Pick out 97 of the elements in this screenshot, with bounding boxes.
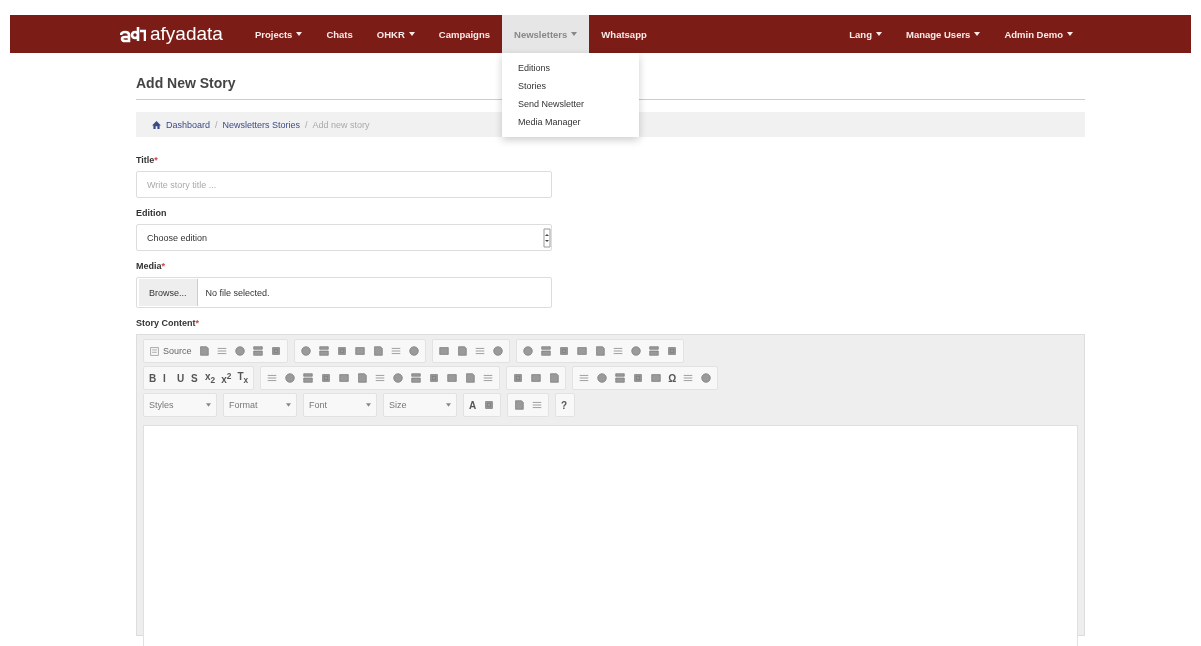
- toolbar-icon[interactable]: [437, 345, 450, 357]
- caret-icon: [206, 403, 211, 407]
- nav-link[interactable]: Whatsapp: [589, 15, 659, 53]
- caret-icon: [366, 403, 371, 407]
- toolbar-icon[interactable]: [374, 372, 387, 384]
- toolbar-icon[interactable]: [335, 345, 348, 357]
- toolbar-icon[interactable]: [371, 345, 384, 357]
- toolbar-icon[interactable]: [483, 399, 495, 411]
- nav-link[interactable]: OHKR: [364, 15, 427, 53]
- caret-icon: [446, 403, 451, 407]
- nav-link[interactable]: Campaigns: [426, 15, 502, 53]
- toolbar-icon[interactable]: [548, 372, 561, 384]
- toolbar-icon[interactable]: [700, 372, 713, 384]
- toolbar-icon[interactable]: [266, 372, 279, 384]
- toolbar-button[interactable]: S: [191, 372, 199, 384]
- toolbar-icon[interactable]: [611, 345, 624, 357]
- file-input[interactable]: Browse... No file selected.: [136, 277, 552, 308]
- menu-item[interactable]: Stories: [502, 77, 639, 95]
- breadcrumb-separator: /: [215, 119, 218, 130]
- toolbar-icon[interactable]: [593, 345, 606, 357]
- toolbar-icon[interactable]: [251, 345, 264, 357]
- toolbar-icon[interactable]: [629, 345, 642, 357]
- toolbar-icon[interactable]: [197, 345, 210, 357]
- toolbar-icon[interactable]: [632, 372, 645, 384]
- field-label: Edition: [136, 208, 168, 218]
- toolbar-icon[interactable]: [284, 372, 297, 384]
- toolbar-button[interactable]: T$_{x}$: [237, 371, 249, 385]
- logo-icon[interactable]: [120, 25, 146, 43]
- toolbar-icon[interactable]: [578, 372, 591, 384]
- toolbar-icon[interactable]: [320, 372, 333, 384]
- toolbar-button[interactable]: x$_{2}$: [205, 371, 216, 385]
- breadcrumb-current: Add new story: [312, 119, 370, 130]
- toolbar-icon[interactable]: [464, 372, 477, 384]
- breadcrumb-separator: /: [305, 119, 308, 130]
- toolbar-icon[interactable]: [512, 372, 525, 384]
- toolbar-icon[interactable]: [410, 372, 423, 384]
- toolbar-icon[interactable]: [665, 345, 678, 357]
- field-label: Story Content*: [136, 318, 200, 328]
- toolbar-button[interactable]: B: [149, 372, 157, 384]
- file-status: No file selected.: [205, 287, 270, 298]
- nav-link[interactable]: Chats: [314, 15, 365, 53]
- menu-item[interactable]: Send Newsletter: [502, 95, 639, 113]
- brand-name[interactable]: afyadata: [150, 23, 223, 45]
- toolbar-icon[interactable]: [428, 372, 441, 384]
- toolbar-icon[interactable]: [482, 372, 495, 384]
- toolbar-icon[interactable]: [614, 372, 627, 384]
- toolbar-button[interactable]: ?: [561, 399, 569, 411]
- toolbar-icon[interactable]: [682, 372, 695, 384]
- toolbar-icon[interactable]: [513, 399, 525, 411]
- menu-item[interactable]: Editions: [502, 59, 639, 77]
- nav-link[interactable]: Lang: [837, 15, 894, 53]
- field-label: Title*: [136, 155, 159, 165]
- nav-link[interactable]: Manage Users: [894, 15, 993, 53]
- menu-item[interactable]: Media Manager: [502, 113, 639, 131]
- toolbar-button[interactable]: Ω: [668, 372, 677, 384]
- toolbar-button[interactable]: x$^{2}$: [221, 370, 232, 386]
- toolbar-icon[interactable]: [269, 345, 282, 357]
- toolbar-icon[interactable]: [407, 345, 420, 357]
- select-arrows-icon: [543, 227, 551, 248]
- toolbar-icon[interactable]: [650, 372, 663, 384]
- toolbar-icon[interactable]: [557, 345, 570, 357]
- toolbar-icon[interactable]: [539, 345, 552, 357]
- field-label: Media*: [136, 261, 167, 271]
- toolbar-icon[interactable]: [302, 372, 315, 384]
- toolbar-icon[interactable]: [233, 345, 246, 357]
- toolbar-button[interactable]: I: [163, 372, 171, 384]
- toolbar-icon[interactable]: [389, 345, 402, 357]
- toolbar-icon[interactable]: [530, 372, 543, 384]
- edition-select[interactable]: Choose edition: [136, 224, 552, 251]
- toolbar-icon[interactable]: [491, 345, 504, 357]
- document-icon: [149, 345, 160, 357]
- toolbar-button[interactable]: A: [469, 399, 477, 411]
- toolbar-icon[interactable]: [647, 345, 660, 357]
- toolbar-icon[interactable]: [392, 372, 405, 384]
- toolbar-icon[interactable]: [521, 345, 534, 357]
- toolbar-icon[interactable]: [531, 399, 543, 411]
- browse-button[interactable]: Browse...: [139, 279, 198, 306]
- toolbar-icon[interactable]: [446, 372, 459, 384]
- toolbar-icon[interactable]: [299, 345, 312, 357]
- source-button[interactable]: Source: [149, 345, 192, 357]
- breadcrumb-link[interactable]: Newsletters Stories: [222, 119, 301, 130]
- toolbar-icon[interactable]: [356, 372, 369, 384]
- nav-link[interactable]: Admin Demo: [992, 15, 1085, 53]
- home-icon: [152, 120, 161, 129]
- toolbar-icon[interactable]: [575, 345, 588, 357]
- toolbar-icon[interactable]: [338, 372, 351, 384]
- title-input[interactable]: Write story title ...: [136, 171, 552, 198]
- toolbar-icon[interactable]: [317, 345, 330, 357]
- toolbar-button[interactable]: U: [177, 372, 185, 384]
- toolbar-icon[interactable]: [215, 345, 228, 357]
- toolbar-icon[interactable]: [455, 345, 468, 357]
- toolbar-icon[interactable]: [596, 372, 609, 384]
- breadcrumb-link[interactable]: Dashboard: [166, 119, 211, 130]
- caret-icon: [286, 403, 291, 407]
- nav-link[interactable]: Projects: [242, 15, 315, 53]
- toolbar-icon[interactable]: [353, 345, 366, 357]
- toolbar-icon[interactable]: [473, 345, 486, 357]
